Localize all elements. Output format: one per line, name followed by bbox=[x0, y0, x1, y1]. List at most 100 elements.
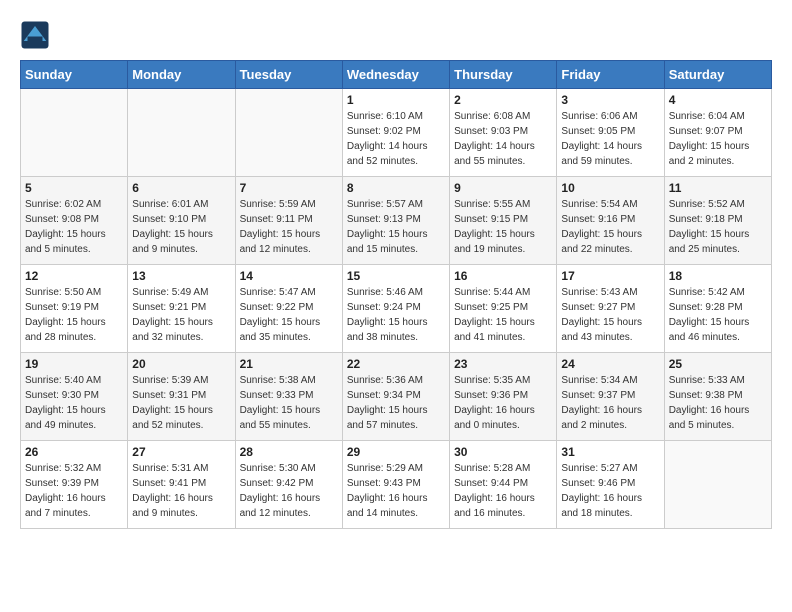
day-number: 7 bbox=[240, 181, 338, 195]
day-info: Sunrise: 5:34 AM Sunset: 9:37 PM Dayligh… bbox=[561, 373, 659, 433]
calendar-cell: 3Sunrise: 6:06 AM Sunset: 9:05 PM Daylig… bbox=[557, 89, 664, 177]
day-info: Sunrise: 5:49 AM Sunset: 9:21 PM Dayligh… bbox=[132, 285, 230, 345]
calendar-cell: 24 Sunrise: 5:34 AM Sunset: 9:37 PM Dayli… bbox=[557, 353, 664, 441]
logo bbox=[20, 20, 54, 50]
day-info: Sunrise: 5:59 AM Sunset: 9:11 PM Dayligh… bbox=[240, 197, 338, 257]
calendar-week-2: 5 Sunrise: 6:02 AM Sunset: 9:08 PM Daylig… bbox=[21, 177, 772, 265]
day-info: Sunrise: 5:57 AM Sunset: 9:13 PM Dayligh… bbox=[347, 197, 445, 257]
day-number: 4 bbox=[669, 93, 767, 107]
day-info: Sunrise: 5:42 AM Sunset: 9:28 PM Dayligh… bbox=[669, 285, 767, 345]
calendar-cell: 5 Sunrise: 6:02 AM Sunset: 9:08 PM Daylig… bbox=[21, 177, 128, 265]
calendar-cell bbox=[128, 89, 235, 177]
day-number: 5 bbox=[25, 181, 123, 195]
header-day-wednesday: Wednesday bbox=[342, 61, 449, 89]
day-number: 12 bbox=[25, 269, 123, 283]
day-info: Sunrise: 5:46 AM Sunset: 9:24 PM Dayligh… bbox=[347, 285, 445, 345]
day-number: 16 bbox=[454, 269, 552, 283]
calendar-cell: 31Sunrise: 5:27 AM Sunset: 9:46 PM Dayli… bbox=[557, 441, 664, 529]
day-info: Sunrise: 5:29 AM Sunset: 9:43 PM Dayligh… bbox=[347, 461, 445, 521]
day-number: 26 bbox=[25, 445, 123, 459]
header-row: SundayMondayTuesdayWednesdayThursdayFrid… bbox=[21, 61, 772, 89]
day-number: 28 bbox=[240, 445, 338, 459]
calendar-cell bbox=[235, 89, 342, 177]
calendar-cell: 15 Sunrise: 5:46 AM Sunset: 9:24 PM Dayli… bbox=[342, 265, 449, 353]
day-info: Sunrise: 5:44 AM Sunset: 9:25 PM Dayligh… bbox=[454, 285, 552, 345]
day-info: Sunrise: 5:50 AM Sunset: 9:19 PM Dayligh… bbox=[25, 285, 123, 345]
calendar-week-5: 26Sunrise: 5:32 AM Sunset: 9:39 PM Dayli… bbox=[21, 441, 772, 529]
day-number: 15 bbox=[347, 269, 445, 283]
day-info: Sunrise: 6:04 AM Sunset: 9:07 PM Dayligh… bbox=[669, 109, 767, 169]
calendar-week-1: 1 Sunrise: 6:10 AM Sunset: 9:02 PM Daylig… bbox=[21, 89, 772, 177]
calendar-cell: 6Sunrise: 6:01 AM Sunset: 9:10 PM Daylig… bbox=[128, 177, 235, 265]
logo-icon bbox=[20, 20, 50, 50]
day-number: 29 bbox=[347, 445, 445, 459]
calendar-cell: 9Sunrise: 5:55 AM Sunset: 9:15 PM Daylig… bbox=[450, 177, 557, 265]
day-info: Sunrise: 5:38 AM Sunset: 9:33 PM Dayligh… bbox=[240, 373, 338, 433]
day-number: 6 bbox=[132, 181, 230, 195]
calendar-cell: 13 Sunrise: 5:49 AM Sunset: 9:21 PM Dayli… bbox=[128, 265, 235, 353]
calendar-cell: 26Sunrise: 5:32 AM Sunset: 9:39 PM Dayli… bbox=[21, 441, 128, 529]
header-day-monday: Monday bbox=[128, 61, 235, 89]
day-number: 21 bbox=[240, 357, 338, 371]
day-info: Sunrise: 5:52 AM Sunset: 9:18 PM Dayligh… bbox=[669, 197, 767, 257]
page-header bbox=[20, 20, 772, 50]
day-info: Sunrise: 5:39 AM Sunset: 9:31 PM Dayligh… bbox=[132, 373, 230, 433]
calendar-cell: 7 Sunrise: 5:59 AM Sunset: 9:11 PM Daylig… bbox=[235, 177, 342, 265]
day-number: 14 bbox=[240, 269, 338, 283]
calendar-cell: 23 Sunrise: 5:35 AM Sunset: 9:36 PM Dayli… bbox=[450, 353, 557, 441]
calendar-cell: 22 Sunrise: 5:36 AM Sunset: 9:34 PM Dayli… bbox=[342, 353, 449, 441]
day-number: 9 bbox=[454, 181, 552, 195]
day-info: Sunrise: 6:08 AM Sunset: 9:03 PM Dayligh… bbox=[454, 109, 552, 169]
day-info: Sunrise: 5:54 AM Sunset: 9:16 PM Dayligh… bbox=[561, 197, 659, 257]
day-number: 18 bbox=[669, 269, 767, 283]
header-day-tuesday: Tuesday bbox=[235, 61, 342, 89]
calendar-cell: 19 Sunrise: 5:40 AM Sunset: 9:30 PM Dayli… bbox=[21, 353, 128, 441]
day-number: 19 bbox=[25, 357, 123, 371]
calendar-cell: 4 Sunrise: 6:04 AM Sunset: 9:07 PM Daylig… bbox=[664, 89, 771, 177]
calendar-cell: 20 Sunrise: 5:39 AM Sunset: 9:31 PM Dayli… bbox=[128, 353, 235, 441]
day-info: Sunrise: 5:36 AM Sunset: 9:34 PM Dayligh… bbox=[347, 373, 445, 433]
calendar-cell: 17Sunrise: 5:43 AM Sunset: 9:27 PM Dayli… bbox=[557, 265, 664, 353]
day-info: Sunrise: 5:31 AM Sunset: 9:41 PM Dayligh… bbox=[132, 461, 230, 521]
day-info: Sunrise: 5:30 AM Sunset: 9:42 PM Dayligh… bbox=[240, 461, 338, 521]
day-number: 11 bbox=[669, 181, 767, 195]
header-day-thursday: Thursday bbox=[450, 61, 557, 89]
calendar-cell: 16 Sunrise: 5:44 AM Sunset: 9:25 PM Dayli… bbox=[450, 265, 557, 353]
header-day-friday: Friday bbox=[557, 61, 664, 89]
calendar-cell: 25Sunrise: 5:33 AM Sunset: 9:38 PM Dayli… bbox=[664, 353, 771, 441]
calendar-cell: 12 Sunrise: 5:50 AM Sunset: 9:19 PM Dayli… bbox=[21, 265, 128, 353]
calendar-cell: 18 Sunrise: 5:42 AM Sunset: 9:28 PM Dayli… bbox=[664, 265, 771, 353]
day-info: Sunrise: 5:43 AM Sunset: 9:27 PM Dayligh… bbox=[561, 285, 659, 345]
day-number: 31 bbox=[561, 445, 659, 459]
day-info: Sunrise: 6:10 AM Sunset: 9:02 PM Dayligh… bbox=[347, 109, 445, 169]
day-info: Sunrise: 6:02 AM Sunset: 9:08 PM Dayligh… bbox=[25, 197, 123, 257]
day-number: 13 bbox=[132, 269, 230, 283]
day-number: 1 bbox=[347, 93, 445, 107]
day-number: 3 bbox=[561, 93, 659, 107]
calendar-cell: 2Sunrise: 6:08 AM Sunset: 9:03 PM Daylig… bbox=[450, 89, 557, 177]
calendar-cell: 1 Sunrise: 6:10 AM Sunset: 9:02 PM Daylig… bbox=[342, 89, 449, 177]
day-number: 23 bbox=[454, 357, 552, 371]
day-number: 8 bbox=[347, 181, 445, 195]
header-day-sunday: Sunday bbox=[21, 61, 128, 89]
header-day-saturday: Saturday bbox=[664, 61, 771, 89]
day-number: 25 bbox=[669, 357, 767, 371]
calendar-cell: 21 Sunrise: 5:38 AM Sunset: 9:33 PM Dayli… bbox=[235, 353, 342, 441]
calendar-cell bbox=[21, 89, 128, 177]
day-info: Sunrise: 5:40 AM Sunset: 9:30 PM Dayligh… bbox=[25, 373, 123, 433]
calendar-week-4: 19 Sunrise: 5:40 AM Sunset: 9:30 PM Dayli… bbox=[21, 353, 772, 441]
calendar-cell: 28 Sunrise: 5:30 AM Sunset: 9:42 PM Dayli… bbox=[235, 441, 342, 529]
calendar-cell: 14 Sunrise: 5:47 AM Sunset: 9:22 PM Dayli… bbox=[235, 265, 342, 353]
calendar-body: 1 Sunrise: 6:10 AM Sunset: 9:02 PM Daylig… bbox=[21, 89, 772, 529]
calendar-cell: 10Sunrise: 5:54 AM Sunset: 9:16 PM Dayli… bbox=[557, 177, 664, 265]
day-info: Sunrise: 5:47 AM Sunset: 9:22 PM Dayligh… bbox=[240, 285, 338, 345]
day-info: Sunrise: 5:28 AM Sunset: 9:44 PM Dayligh… bbox=[454, 461, 552, 521]
calendar-cell: 30Sunrise: 5:28 AM Sunset: 9:44 PM Dayli… bbox=[450, 441, 557, 529]
day-info: Sunrise: 5:35 AM Sunset: 9:36 PM Dayligh… bbox=[454, 373, 552, 433]
day-number: 24 bbox=[561, 357, 659, 371]
day-number: 27 bbox=[132, 445, 230, 459]
calendar-cell: 27 Sunrise: 5:31 AM Sunset: 9:41 PM Dayli… bbox=[128, 441, 235, 529]
calendar-cell bbox=[664, 441, 771, 529]
day-number: 20 bbox=[132, 357, 230, 371]
day-number: 22 bbox=[347, 357, 445, 371]
